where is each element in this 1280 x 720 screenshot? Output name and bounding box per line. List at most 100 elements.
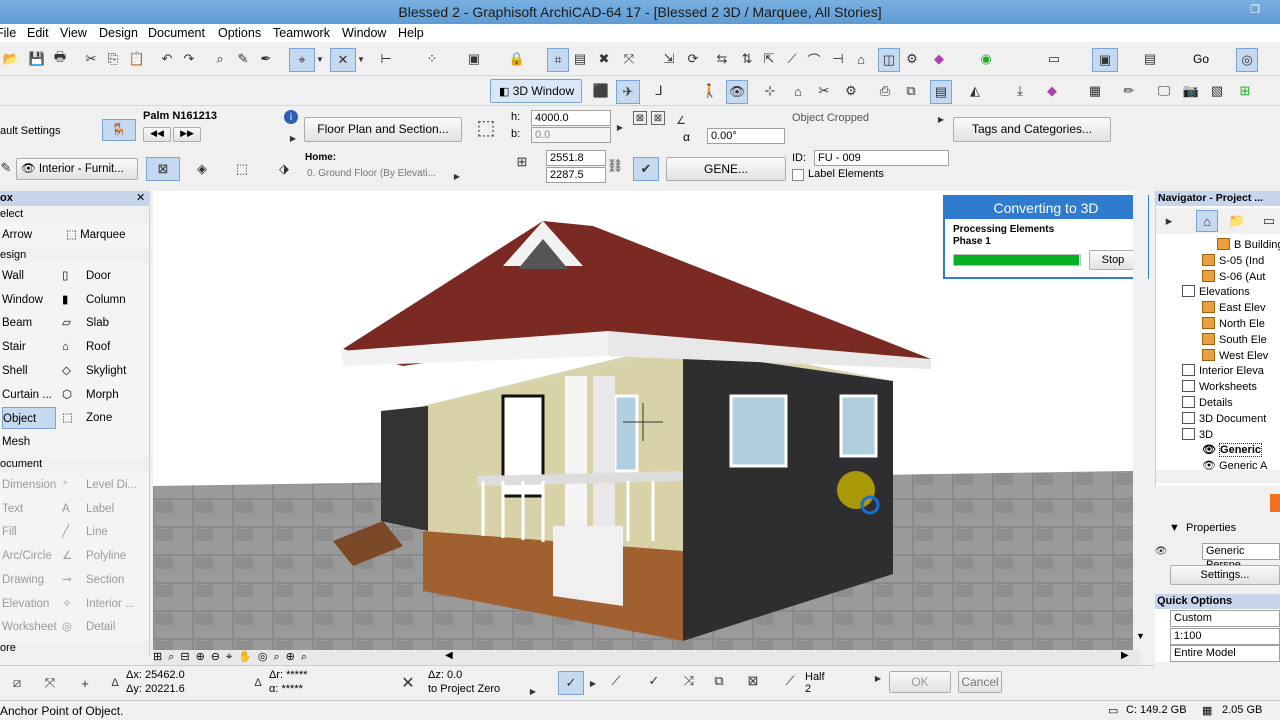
fillet-icon[interactable]: ⌒ xyxy=(805,50,823,68)
scroll-down-icon[interactable]: ▼ xyxy=(1136,631,1145,641)
bimx-icon[interactable]: ◎ xyxy=(1236,48,1258,72)
rotated-diagonal-icon[interactable]: ⬗ xyxy=(275,160,293,178)
menu-document[interactable]: Document xyxy=(148,24,205,42)
tool-marquee[interactable]: ⬚ Marquee xyxy=(66,224,125,246)
settings3d-icon[interactable]: ⚙ xyxy=(842,82,860,100)
floorplan-icon[interactable]: ▭ xyxy=(1045,50,1063,68)
menu-view[interactable]: View xyxy=(60,24,87,42)
settings-button[interactable]: Settings... xyxy=(1170,565,1280,585)
delta-y[interactable]: Δy: 20221.6 xyxy=(126,683,185,695)
box-icon[interactable]: ⬛ xyxy=(592,82,610,100)
trace-icon[interactable]: ◫ xyxy=(878,48,900,72)
nav-item[interactable]: Details xyxy=(1182,395,1233,411)
view3d-icon[interactable]: ▣ xyxy=(1092,48,1118,72)
layer-pen-icon[interactable]: ✎ xyxy=(0,159,12,177)
tool-skylight[interactable]: ◇ Skylight xyxy=(62,360,126,382)
menu-teamwork[interactable]: Teamwork xyxy=(273,24,330,42)
snap-grid-icon[interactable]: ⊠ xyxy=(744,672,762,690)
nav-map-icon[interactable]: ▸ xyxy=(1160,212,1178,230)
tool-arrow[interactable]: Arrow xyxy=(2,224,32,246)
nav-item[interactable]: 👁 Generic xyxy=(1202,442,1262,458)
tool-polyline[interactable]: ∠ Polyline xyxy=(62,545,126,567)
menu-help[interactable]: Help xyxy=(398,24,424,42)
tool-slab[interactable]: ▱ Slab xyxy=(62,312,109,334)
zoom-icons[interactable]: ⊞⌕⊟⊕⊖⌖✋◎⌕⊕⌕ xyxy=(153,650,313,664)
nav-item[interactable]: South Ele xyxy=(1202,332,1267,348)
camera-icon[interactable]: 📷 xyxy=(1182,82,1200,100)
delete-icon[interactable]: ✖ xyxy=(595,50,613,68)
mirror-toggle-icon[interactable]: ⊠ xyxy=(651,111,665,125)
inject-icon[interactable]: ✒ xyxy=(257,50,275,68)
tool-line[interactable]: ╱ Line xyxy=(62,521,108,543)
drag-icon[interactable]: ⤧ xyxy=(620,50,638,68)
nav-item[interactable]: S-05 (Ind xyxy=(1202,253,1264,269)
home-icon[interactable]: ⌂ xyxy=(789,82,807,100)
tool-shell[interactable]: Shell xyxy=(2,360,28,382)
explore-icon[interactable]: ⊹ xyxy=(761,82,779,100)
cancel-button[interactable]: Cancel xyxy=(958,671,1002,693)
elevate-icon[interactable]: ⇅ xyxy=(738,50,756,68)
walk-icon[interactable]: 🚶 xyxy=(701,82,719,100)
chain-icon[interactable]: ⊠ xyxy=(633,111,647,125)
nav-item[interactable]: B Building xyxy=(1217,237,1280,253)
parameters-icon[interactable]: ✔ xyxy=(633,157,659,181)
stretch-icon[interactable]: ⇲ xyxy=(660,50,678,68)
nav-item[interactable]: Interior Eleva xyxy=(1182,363,1264,379)
tool-curtain[interactable]: Curtain ... xyxy=(2,384,52,406)
publish-icon[interactable]: ◉ xyxy=(977,50,995,68)
guide-dropdown-icon[interactable]: ▼ xyxy=(356,50,366,68)
menu-file[interactable]: File xyxy=(0,24,16,42)
special-snap-icon[interactable]: ⧉ xyxy=(710,672,728,690)
delta-r[interactable]: Δr: ***** xyxy=(269,669,308,681)
find-icon[interactable]: ⌕ xyxy=(211,50,229,68)
tool-worksheet[interactable]: Worksheet xyxy=(2,616,57,638)
copy3d-icon[interactable]: ⧉ xyxy=(902,82,920,100)
pencil-icon[interactable]: ✏ xyxy=(1120,82,1138,100)
open-icon[interactable]: 📂 xyxy=(2,50,20,68)
align-icon[interactable]: ⊢ xyxy=(377,50,395,68)
doc-icon[interactable]: ▦ xyxy=(1086,82,1104,100)
design-section[interactable]: esign xyxy=(0,248,148,263)
nav-item[interactable]: S-06 (Aut xyxy=(1202,269,1265,285)
chair-icon[interactable]: 🪑 xyxy=(102,119,136,141)
scissors-icon[interactable]: ✂ xyxy=(815,82,833,100)
solid-ops-icon[interactable]: ⚙ xyxy=(903,50,921,68)
copy-icon[interactable]: ⎘ xyxy=(104,50,122,68)
tool-elevation[interactable]: Elevation xyxy=(2,593,49,615)
tool-text[interactable]: Text xyxy=(2,498,23,520)
dim2-field[interactable]: 2287.5 xyxy=(546,167,606,183)
style-icon[interactable]: ◭ xyxy=(966,82,984,100)
custom-field[interactable]: Custom xyxy=(1170,610,1280,627)
info-icon[interactable]: i xyxy=(284,110,298,124)
expand-icon[interactable]: ▶ xyxy=(288,129,298,147)
monitor-icon[interactable]: 🖵 xyxy=(1155,82,1173,100)
parallel-icon[interactable]: ⤨ xyxy=(680,672,698,690)
document-section[interactable]: ocument xyxy=(0,457,148,472)
tool-stair[interactable]: Stair xyxy=(2,336,26,358)
suspend-icon[interactable]: ⌗ xyxy=(547,48,569,72)
measure-icon[interactable]: ⟋ xyxy=(607,672,625,690)
nav-item[interactable]: 3D Document xyxy=(1182,411,1266,427)
tool-roof[interactable]: ⌂ Roof xyxy=(62,336,110,358)
layer-button[interactable]: 👁 Interior - Furnit... xyxy=(16,158,138,180)
print3d-icon[interactable]: ⎙ xyxy=(876,82,894,100)
default-settings-label[interactable]: ault Settings xyxy=(0,125,61,137)
paste-icon[interactable]: 📋 xyxy=(128,50,146,68)
nav-item[interactable]: West Elev xyxy=(1202,348,1268,364)
scale-field[interactable]: 1:100 xyxy=(1170,628,1280,645)
ortho-icon[interactable]: ⧄ xyxy=(5,672,29,694)
nav-item[interactable]: North Ele xyxy=(1202,316,1265,332)
layer-icon[interactable]: ▤ xyxy=(571,50,589,68)
home-value[interactable]: 0. Ground Floor (By Elevati... xyxy=(307,168,436,179)
group-icon[interactable]: ▣ xyxy=(465,50,483,68)
rotate-icon[interactable]: ⟳ xyxy=(684,50,702,68)
section-view-icon[interactable]: ▤ xyxy=(1141,50,1159,68)
menu-options[interactable]: Options xyxy=(218,24,261,42)
size-expand-icon[interactable]: ▶ xyxy=(615,118,625,136)
h-field[interactable]: 4000.0 xyxy=(531,110,611,126)
nav-item[interactable]: East Elev xyxy=(1202,300,1265,316)
geometry-method-icon[interactable]: ⊠ xyxy=(146,157,180,181)
nav-hscroll[interactable] xyxy=(1156,470,1280,483)
nav-layout-icon[interactable]: ▭ xyxy=(1260,212,1278,230)
lock-icon[interactable]: 🔒 xyxy=(508,50,526,68)
